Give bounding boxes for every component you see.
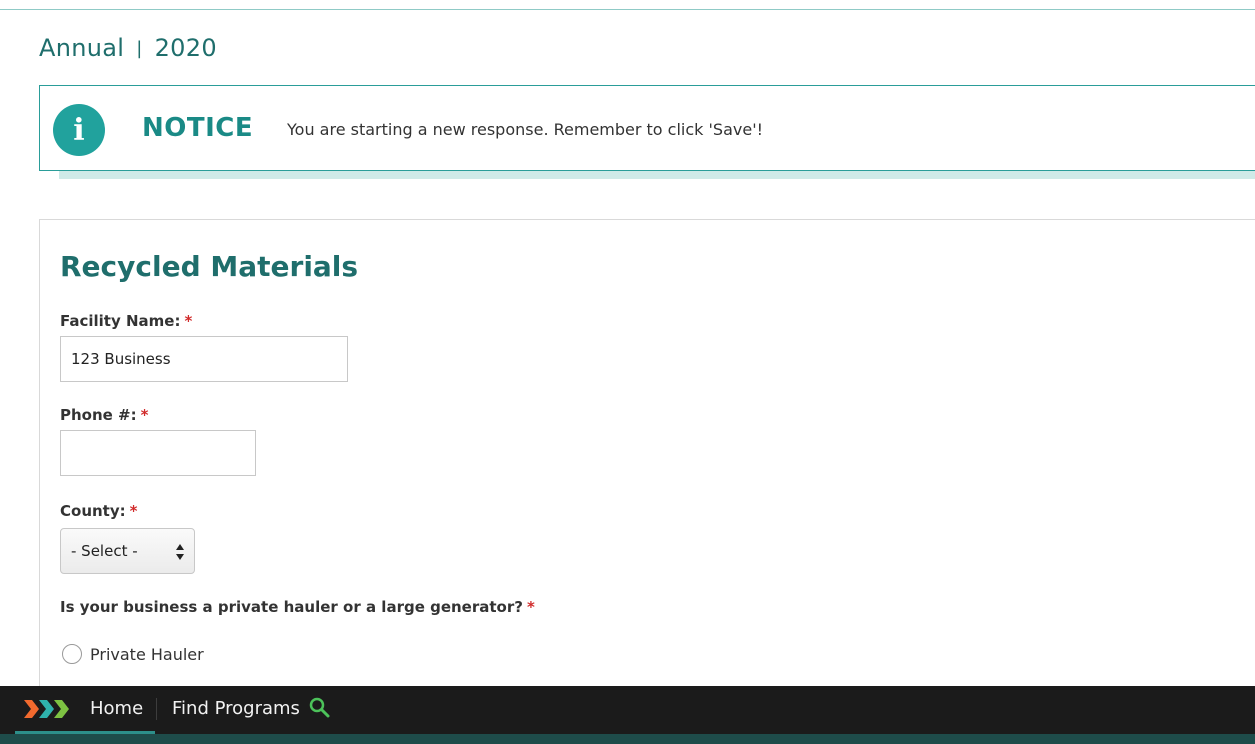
county-selected-value: - Select - [71,542,138,560]
report-year: 2020 [154,34,217,62]
page: Annual | 2020 i NOTICE You are starting … [0,0,1255,744]
required-marker: * [184,312,193,330]
phone-input[interactable] [60,430,256,476]
search-icon[interactable] [308,696,330,718]
radio-label: Private Hauler [90,644,204,664]
bottom-nav-bar: Home Find Programs [0,686,1255,734]
form-card: Recycled Materials Facility Name:* Phone… [39,219,1255,689]
phone-label: Phone #: * [60,406,149,424]
report-heading: Annual | 2020 [39,34,217,62]
notice-message: You are starting a new response. Remembe… [287,120,763,139]
county-select[interactable]: - Select - [60,528,195,574]
select-arrows-icon [176,544,184,560]
nav-find-programs-link[interactable]: Find Programs [172,698,300,719]
county-label: County: * [60,502,138,520]
notice-title: NOTICE [142,113,254,143]
required-marker: * [129,502,138,520]
radio-button[interactable] [62,644,82,664]
nav-home-link[interactable]: Home [90,698,143,719]
info-icon: i [53,104,105,156]
notice-underline [59,171,1255,179]
report-period: Annual [39,34,125,62]
required-marker: * [526,598,535,616]
heading-separator: | [136,37,143,59]
top-divider [0,0,1255,10]
business-type-question: Is your business a private hauler or a l… [60,598,535,616]
chevrons-logo-icon [24,700,69,718]
facility-name-label: Facility Name: * [60,312,193,330]
required-marker: * [140,406,149,424]
facility-name-input[interactable] [60,336,348,382]
form-title: Recycled Materials [60,250,359,283]
nav-divider [156,698,157,720]
notice-banner: i NOTICE You are starting a new response… [39,85,1255,171]
bottom-nav-strip [0,734,1255,744]
radio-option-private-hauler[interactable]: Private Hauler [62,644,204,664]
